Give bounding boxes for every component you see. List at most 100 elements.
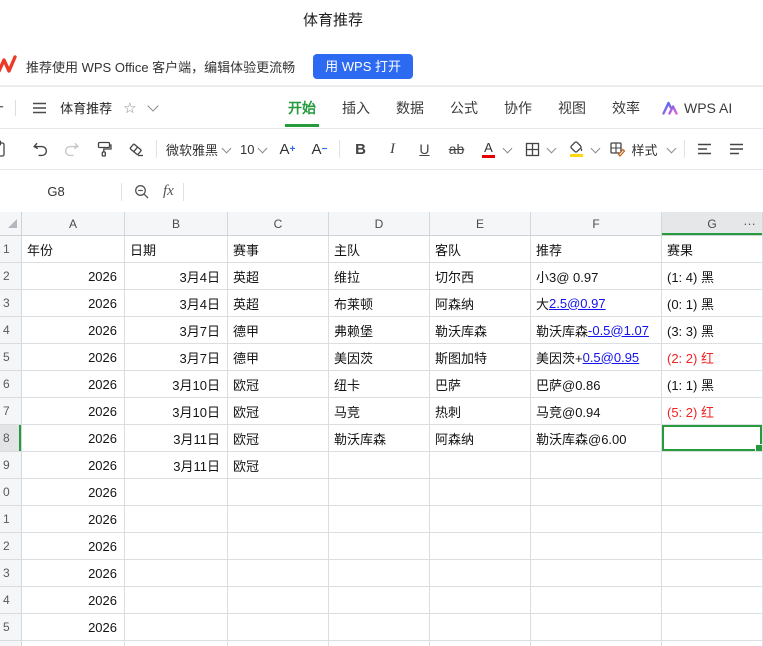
cell-A9[interactable]: 2026 bbox=[22, 452, 125, 479]
cell-E2[interactable]: 切尔西 bbox=[430, 263, 531, 290]
cell-B8[interactable]: 3月11日 bbox=[125, 425, 228, 452]
cell-B9[interactable]: 3月11日 bbox=[125, 452, 228, 479]
cell-A3[interactable]: 2026 bbox=[22, 290, 125, 317]
cell-B16[interactable] bbox=[125, 641, 228, 646]
cell-C1[interactable]: 赛事 bbox=[228, 236, 329, 263]
row-header-7[interactable]: 7 bbox=[0, 398, 22, 425]
tab-data[interactable]: 数据 bbox=[396, 98, 424, 118]
italic-button[interactable]: I bbox=[381, 136, 403, 162]
cell-D4[interactable]: 弗赖堡 bbox=[329, 317, 430, 344]
cell-F10[interactable] bbox=[531, 479, 662, 506]
fill-handle[interactable] bbox=[755, 444, 762, 451]
cell-E5[interactable]: 斯图加特 bbox=[430, 344, 531, 371]
open-in-wps-button[interactable]: 用 WPS 打开 bbox=[313, 54, 414, 79]
cell-G8[interactable] bbox=[662, 425, 763, 452]
cell-G15[interactable] bbox=[662, 614, 763, 641]
cell-G11[interactable] bbox=[662, 506, 763, 533]
cell-D13[interactable] bbox=[329, 560, 430, 587]
cell-E15[interactable] bbox=[430, 614, 531, 641]
cell-C3[interactable]: 英超 bbox=[228, 290, 329, 317]
cell-D3[interactable]: 布莱顿 bbox=[329, 290, 430, 317]
row-header-6[interactable]: 6 bbox=[0, 371, 22, 398]
font-size-select[interactable]: 10 bbox=[240, 142, 268, 157]
row-header-9[interactable]: 9 bbox=[0, 452, 22, 479]
align-middle-button[interactable] bbox=[726, 136, 748, 162]
cell-C13[interactable] bbox=[228, 560, 329, 587]
row-header-1[interactable]: 1 bbox=[0, 236, 22, 263]
cell-D5[interactable]: 美因茨 bbox=[329, 344, 430, 371]
cell-D7[interactable]: 马竞 bbox=[329, 398, 430, 425]
increase-font-button[interactable]: A + bbox=[276, 136, 298, 162]
cell-C14[interactable] bbox=[228, 587, 329, 614]
cell-D10[interactable] bbox=[329, 479, 430, 506]
cell-F6[interactable]: 巴萨@0.86 bbox=[531, 371, 662, 398]
cell-G7[interactable]: (5: 2) 红 bbox=[662, 398, 763, 425]
cell-G6[interactable]: (1: 1) 黑 bbox=[662, 371, 763, 398]
cell-A7[interactable]: 2026 bbox=[22, 398, 125, 425]
tab-view[interactable]: 视图 bbox=[558, 98, 586, 118]
cell-C2[interactable]: 英超 bbox=[228, 263, 329, 290]
tab-collaborate[interactable]: 协作 bbox=[504, 98, 532, 118]
cell-D1[interactable]: 主队 bbox=[329, 236, 430, 263]
cell-D8[interactable]: 勒沃库森 bbox=[329, 425, 430, 452]
cell-G9[interactable] bbox=[662, 452, 763, 479]
font-name-select[interactable]: 微软雅黑 bbox=[166, 140, 232, 159]
cell-E11[interactable] bbox=[430, 506, 531, 533]
cell-D16[interactable] bbox=[329, 641, 430, 646]
row-header-11[interactable]: 1 bbox=[0, 506, 22, 533]
redo-button[interactable] bbox=[61, 136, 83, 162]
favorite-star-icon[interactable]: ☆ bbox=[123, 99, 136, 117]
cell-G4[interactable]: (3: 3) 黑 bbox=[662, 317, 763, 344]
recommendation-link[interactable]: 2.5@0.97 bbox=[549, 296, 606, 311]
cell-reference-box[interactable]: G8 bbox=[0, 184, 112, 199]
formula-input[interactable] bbox=[192, 169, 763, 214]
tab-insert[interactable]: 插入 bbox=[342, 98, 370, 118]
row-header-16[interactable]: 6 bbox=[0, 641, 22, 646]
cell-D11[interactable] bbox=[329, 506, 430, 533]
cell-C10[interactable] bbox=[228, 479, 329, 506]
cell-G3[interactable]: (0: 1) 黑 bbox=[662, 290, 763, 317]
select-all-corner[interactable] bbox=[0, 212, 22, 236]
cell-G13[interactable] bbox=[662, 560, 763, 587]
column-header-E[interactable]: E bbox=[430, 212, 531, 236]
cell-C15[interactable] bbox=[228, 614, 329, 641]
column-header-G[interactable]: G… bbox=[662, 212, 763, 236]
cell-B3[interactable]: 3月4日 bbox=[125, 290, 228, 317]
cell-A1[interactable]: 年份 bbox=[22, 236, 125, 263]
fill-color-button[interactable] bbox=[565, 136, 587, 162]
format-painter-icon[interactable] bbox=[93, 136, 115, 162]
clear-format-icon[interactable] bbox=[125, 136, 147, 162]
cell-C8[interactable]: 欧冠 bbox=[228, 425, 329, 452]
cell-C12[interactable] bbox=[228, 533, 329, 560]
cell-E8[interactable]: 阿森纳 bbox=[430, 425, 531, 452]
cell-E10[interactable] bbox=[430, 479, 531, 506]
row-header-3[interactable]: 3 bbox=[0, 290, 22, 317]
cell-G14[interactable] bbox=[662, 587, 763, 614]
cell-D15[interactable] bbox=[329, 614, 430, 641]
column-options-button[interactable]: … bbox=[743, 213, 757, 228]
column-header-F[interactable]: F bbox=[531, 212, 662, 236]
cell-B2[interactable]: 3月4日 bbox=[125, 263, 228, 290]
row-header-5[interactable]: 5 bbox=[0, 344, 22, 371]
cell-F11[interactable] bbox=[531, 506, 662, 533]
cell-A6[interactable]: 2026 bbox=[22, 371, 125, 398]
row-header-15[interactable]: 5 bbox=[0, 614, 22, 641]
tab-wps-ai[interactable]: WPS AI bbox=[662, 100, 732, 116]
row-header-14[interactable]: 4 bbox=[0, 587, 22, 614]
cell-C4[interactable]: 德甲 bbox=[228, 317, 329, 344]
cell-E14[interactable] bbox=[430, 587, 531, 614]
cell-A10[interactable]: 2026 bbox=[22, 479, 125, 506]
cell-A5[interactable]: 2026 bbox=[22, 344, 125, 371]
cell-E12[interactable] bbox=[430, 533, 531, 560]
fill-color-chevron-down-icon[interactable] bbox=[591, 143, 601, 153]
cell-F1[interactable]: 推荐 bbox=[531, 236, 662, 263]
cell-F15[interactable] bbox=[531, 614, 662, 641]
cell-D9[interactable] bbox=[329, 452, 430, 479]
column-header-A[interactable]: A bbox=[22, 212, 125, 236]
cell-C5[interactable]: 德甲 bbox=[228, 344, 329, 371]
borders-chevron-down-icon[interactable] bbox=[547, 143, 557, 153]
cell-G10[interactable] bbox=[662, 479, 763, 506]
cell-E6[interactable]: 巴萨 bbox=[430, 371, 531, 398]
cell-F9[interactable] bbox=[531, 452, 662, 479]
cell-C7[interactable]: 欧冠 bbox=[228, 398, 329, 425]
